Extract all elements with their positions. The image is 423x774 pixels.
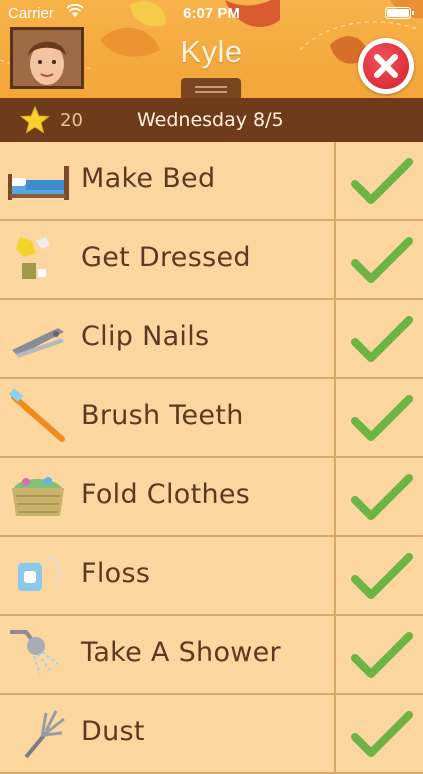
battery-icon — [385, 7, 414, 19]
checkmark-icon — [351, 395, 413, 441]
chore-checkbox[interactable] — [334, 695, 423, 772]
checkmark-icon — [351, 632, 413, 678]
chore-cell[interactable]: Clip Nails — [0, 300, 332, 377]
chore-cell[interactable]: Brush Teeth — [0, 379, 332, 456]
chore-cell[interactable]: Take A Shower — [0, 616, 332, 693]
chore-list: Make Bed Get Dressed Clip Nails Brush Te… — [0, 142, 423, 774]
close-icon — [374, 54, 398, 78]
chore-row-get-dressed[interactable]: Get Dressed — [0, 221, 423, 300]
chore-row-floss[interactable]: Floss — [0, 537, 423, 616]
checkmark-icon — [351, 711, 413, 757]
checkmark-icon — [351, 474, 413, 520]
chore-label: Get Dressed — [81, 242, 251, 273]
chore-cell[interactable]: Dust — [0, 695, 332, 772]
toothbrush-icon — [8, 389, 65, 442]
shower-icon — [10, 630, 59, 675]
drawer-handle[interactable] — [181, 78, 241, 98]
chore-checkbox[interactable] — [334, 379, 423, 456]
chore-label: Dust — [81, 716, 145, 747]
chore-checkbox[interactable] — [334, 300, 423, 377]
checkmark-icon — [351, 158, 413, 204]
checkmark-icon — [351, 316, 413, 362]
floss-icon — [18, 558, 60, 591]
chore-label: Brush Teeth — [81, 400, 244, 431]
checkmark-icon — [351, 237, 413, 283]
duster-icon — [24, 710, 65, 759]
chore-checkbox[interactable] — [334, 458, 423, 535]
nail-clipper-icon — [12, 328, 64, 358]
chore-checkbox[interactable] — [334, 221, 423, 298]
clothes-icon — [16, 237, 50, 279]
chore-row-clip-nails[interactable]: Clip Nails — [0, 300, 423, 379]
status-bar: Carrier 6:07 PM — [0, 3, 423, 24]
header: Carrier 6:07 PM Kyle — [0, 0, 423, 98]
chore-row-fold-clothes[interactable]: Fold Clothes — [0, 458, 423, 537]
chore-cell[interactable]: Get Dressed — [0, 221, 332, 298]
star-icon — [20, 106, 50, 134]
bed-icon — [8, 166, 69, 200]
chore-label: Make Bed — [81, 163, 216, 194]
chore-checkbox[interactable] — [334, 537, 423, 614]
chore-row-brush-teeth[interactable]: Brush Teeth — [0, 379, 423, 458]
chore-cell[interactable]: Fold Clothes — [0, 458, 332, 535]
chore-cell[interactable]: Make Bed — [0, 142, 332, 219]
chore-cell[interactable]: Floss — [0, 537, 332, 614]
date-label: Wednesday 8/5 — [137, 109, 284, 131]
chore-row-dust[interactable]: Dust — [0, 695, 423, 774]
status-time: 6:07 PM — [183, 5, 240, 22]
checkmark-icon — [351, 553, 413, 599]
laundry-basket-icon — [12, 477, 64, 516]
chore-checkbox[interactable] — [334, 142, 423, 219]
info-bar: 20 Wednesday 8/5 — [0, 98, 423, 142]
chore-row-make-bed[interactable]: Make Bed — [0, 142, 423, 221]
chore-label: Floss — [81, 558, 151, 589]
chore-label: Fold Clothes — [81, 479, 251, 510]
points-count: 20 — [60, 110, 83, 131]
chore-label: Take A Shower — [81, 637, 281, 668]
chore-label: Clip Nails — [81, 321, 210, 352]
chore-row-take-a-shower[interactable]: Take A Shower — [0, 616, 423, 695]
close-button[interactable] — [358, 38, 414, 94]
chore-checkbox[interactable] — [334, 616, 423, 693]
